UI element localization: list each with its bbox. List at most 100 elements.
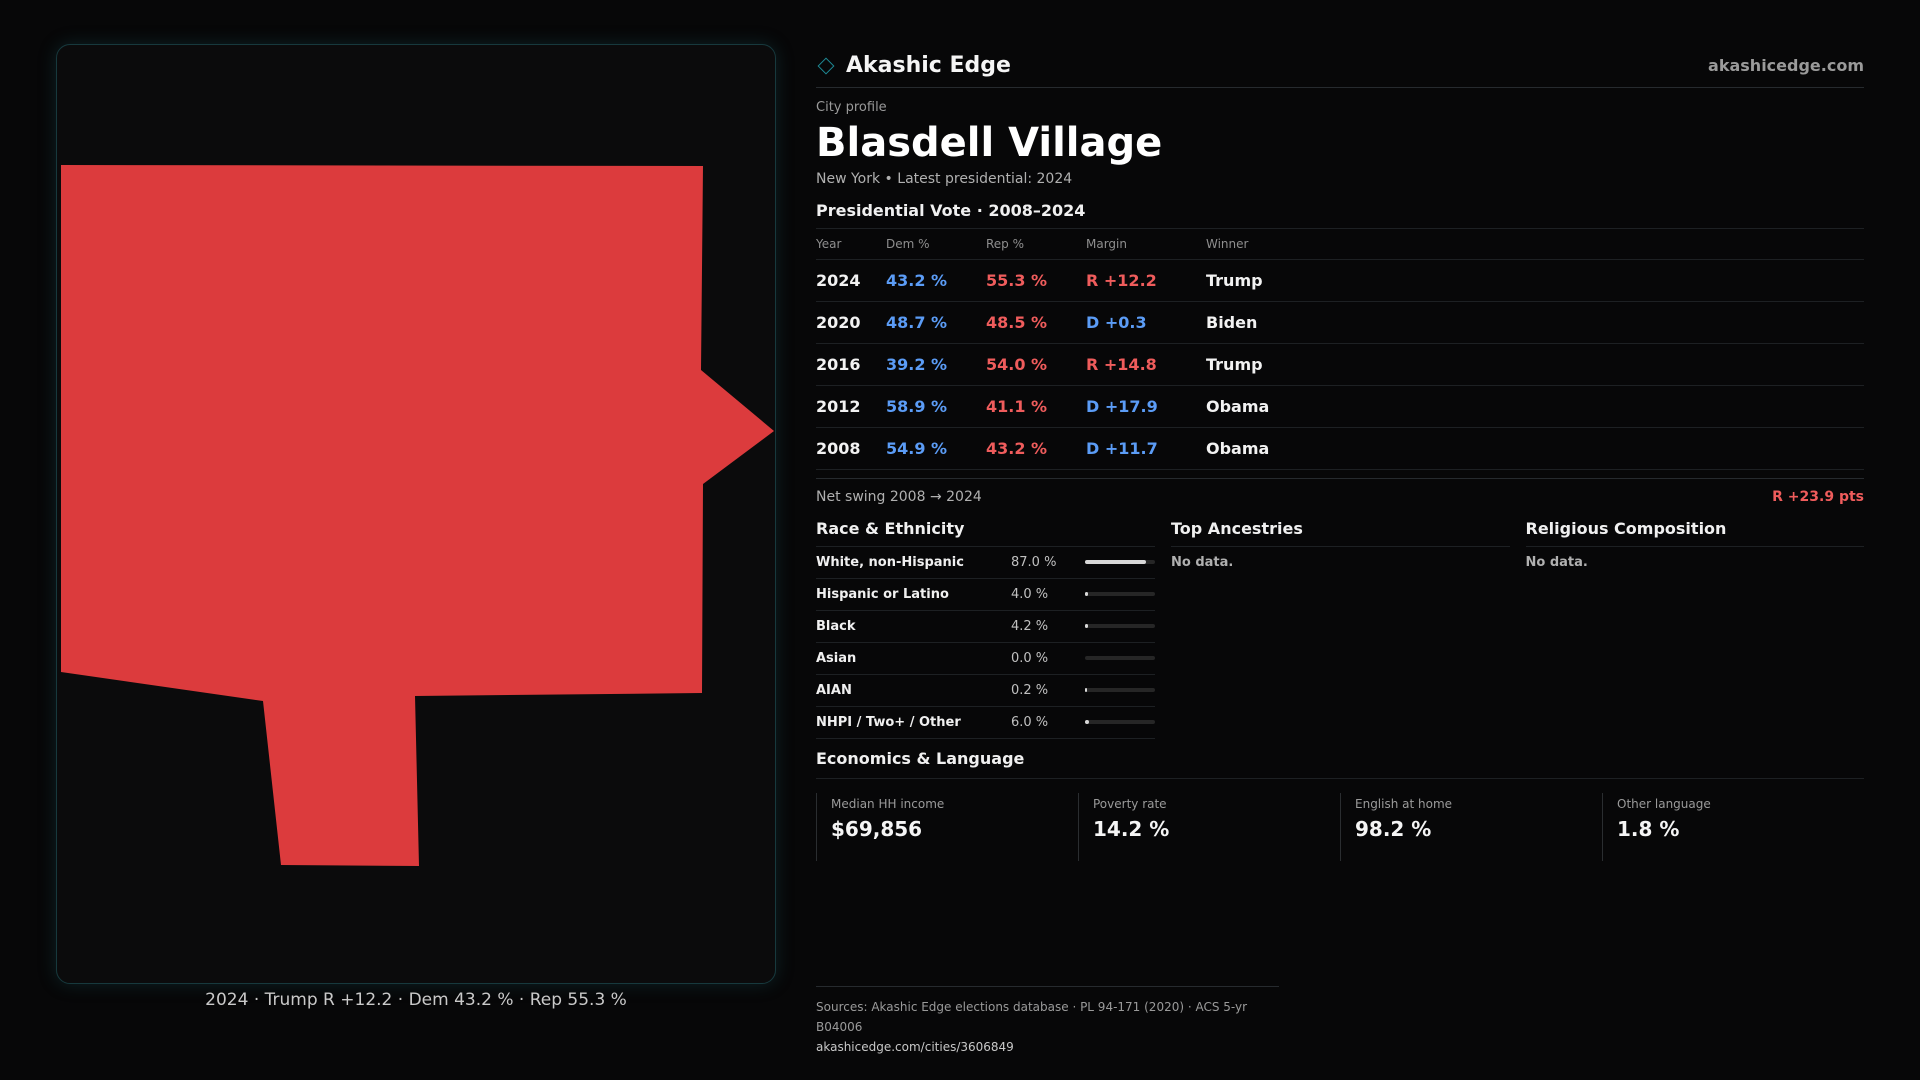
net-swing-row: Net swing 2008 → 2024 R +23.9 pts [816,477,1864,505]
margin-cell: D +11.7 [1086,427,1206,470]
presidential-vote-table: Year Dem % Rep % Margin Winner 2024 43.2… [816,229,1864,470]
dem-pct-cell: 54.9 % [886,427,986,470]
year-cell: 2016 [816,343,886,386]
stat-card-median-income: Median HH income $69,856 [816,792,1078,861]
stat-label: Other language [1617,796,1711,811]
race-bar-fill [1085,688,1087,692]
column-header-year: Year [816,229,886,260]
rep-pct-cell: 43.2 % [986,427,1086,470]
year-cell: 2008 [816,427,886,470]
religion-empty-text: No data. [1525,554,1588,570]
margin-cell: D +17.9 [1086,385,1206,428]
brand-name: Akashic Edge [846,53,1011,78]
stat-card-other-language: Other language 1.8 % [1602,792,1864,861]
race-label: Asian [816,650,857,666]
stat-label: Median HH income [831,796,945,811]
table-row: 2016 39.2 % 54.0 % R +14.8 Trump [816,343,1864,386]
rep-pct-cell: 54.0 % [986,343,1086,386]
rep-pct-cell: 48.5 % [986,301,1086,344]
winner-cell: Obama [1206,385,1864,428]
stat-card-poverty-rate: Poverty rate 14.2 % [1078,792,1340,861]
stat-value: 98.2 % [1355,816,1432,841]
race-label: Black [816,618,856,634]
winner-cell: Obama [1206,427,1864,470]
demographics-section: Race & Ethnicity White, non-Hispanic 87.… [816,519,1864,739]
race-bar-fill [1085,624,1088,628]
dem-pct-cell: 48.7 % [886,301,986,344]
list-item: Hispanic or Latino 4.0 % [816,579,1155,611]
stat-value: 1.8 % [1617,816,1680,841]
race-bar-fill [1085,560,1146,564]
brand-header: Akashic Edge akashicedge.com [816,44,1864,88]
stat-value: $69,856 [831,816,923,841]
brand[interactable]: Akashic Edge [816,53,1011,78]
city-page-url-link[interactable]: akashicedge.com/cities/3606849 [816,1037,1279,1057]
city-boundary-map [61,165,774,866]
page-eyebrow: City profile [816,100,887,115]
race-bar-fill [1085,720,1090,724]
ancestries-empty-text: No data. [1171,554,1234,570]
table-row: 2020 48.7 % 48.5 % D +0.3 Biden [816,301,1864,344]
dem-pct-cell: 43.2 % [886,259,986,302]
race-ethnicity-column: Race & Ethnicity White, non-Hispanic 87.… [816,519,1155,739]
profile-panel: Akashic Edge akashicedge.com City profil… [816,44,1864,861]
race-bar [1085,720,1155,724]
top-ancestries-column: Top Ancestries No data. [1171,519,1510,739]
winner-cell: Biden [1206,301,1864,344]
race-bar [1085,624,1155,628]
rep-pct-cell: 55.3 % [986,259,1086,302]
stat-label: Poverty rate [1093,796,1167,811]
top-ancestries-title: Top Ancestries [1171,519,1510,547]
race-pct: 87.0 % [1011,554,1057,570]
dem-pct-cell: 58.9 % [886,385,986,428]
stat-label: English at home [1355,796,1453,811]
race-pct: 4.0 % [1011,586,1049,602]
stat-value: 14.2 % [1093,816,1170,841]
margin-cell: D +0.3 [1086,301,1206,344]
year-cell: 2020 [816,301,886,344]
city-boundary-shape[interactable] [61,165,774,866]
list-item: AIAN 0.2 % [816,675,1155,707]
table-row: 2012 58.9 % 41.1 % D +17.9 Obama [816,385,1864,428]
site-domain-link[interactable]: akashicedge.com [1708,56,1864,75]
race-label: AIAN [816,682,852,698]
year-cell: 2024 [816,259,886,302]
race-bar-fill [1085,592,1088,596]
table-row: 2024 43.2 % 55.3 % R +12.2 Trump [816,259,1864,302]
race-pct: 6.0 % [1011,714,1049,730]
race-ethnicity-list: White, non-Hispanic 87.0 % Hispanic or L… [816,547,1155,739]
column-header-rep: Rep % [986,229,1086,260]
list-item: Asian 0.0 % [816,643,1155,675]
map-panel [56,44,776,984]
race-pct: 0.2 % [1011,682,1049,698]
race-pct: 0.0 % [1011,650,1049,666]
year-cell: 2012 [816,385,886,428]
table-row: 2008 54.9 % 43.2 % D +11.7 Obama [816,427,1864,470]
winner-cell: Trump [1206,259,1864,302]
economics-cards: Median HH income $69,856 Poverty rate 14… [816,792,1864,861]
column-header-winner: Winner [1206,229,1864,260]
map-caption: 2024 · Trump R +12.2 · Dem 43.2 % · Rep … [205,990,627,1010]
race-bar [1085,656,1155,660]
list-item: White, non-Hispanic 87.0 % [816,547,1155,579]
page-subtitle: New York • Latest presidential: 2024 [816,171,1073,187]
religious-composition-title: Religious Composition [1525,519,1864,547]
list-item: Black 4.2 % [816,611,1155,643]
table-header-row: Year Dem % Rep % Margin Winner [816,229,1864,260]
race-label: White, non-Hispanic [816,554,964,570]
economics-language-title: Economics & Language [816,749,1864,779]
sources-text: Sources: Akashic Edge elections database… [816,1000,1248,1034]
rep-pct-cell: 41.1 % [986,385,1086,428]
dem-pct-cell: 39.2 % [886,343,986,386]
presidential-vote-title: Presidential Vote · 2008–2024 [816,201,1864,229]
sources-footer: Sources: Akashic Edge elections database… [816,986,1279,1057]
race-bar [1085,688,1155,692]
list-item: NHPI / Two+ / Other 6.0 % [816,707,1155,739]
religious-composition-column: Religious Composition No data. [1525,519,1864,739]
page-title: Blasdell Village [816,120,1163,166]
column-header-dem: Dem % [886,229,986,260]
race-ethnicity-title: Race & Ethnicity [816,519,1155,547]
diamond-logo-icon [817,57,835,74]
net-swing-value: R +23.9 pts [1772,488,1864,505]
race-bar [1085,592,1155,596]
